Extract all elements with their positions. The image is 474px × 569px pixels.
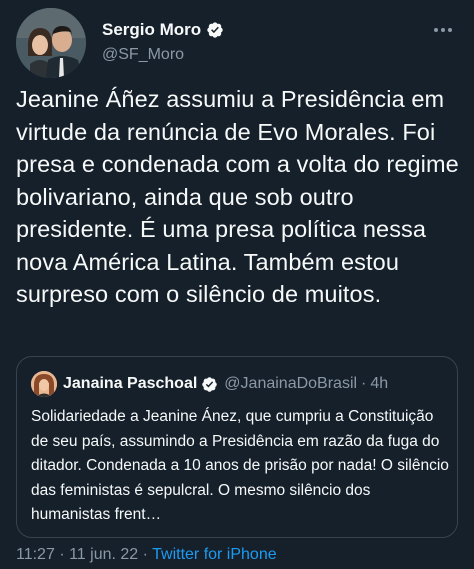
quoted-author-row: Janaina Paschoal @JanainaDoBrasil · 4h <box>31 371 388 397</box>
tweet-source-link[interactable]: Twitter for iPhone <box>152 546 277 563</box>
tweet-text: Jeanine Áñez assumiu a Presidência em vi… <box>16 86 459 307</box>
verified-badge-icon <box>201 376 218 393</box>
more-options-icon-dot <box>434 28 438 32</box>
more-options-icon-dot <box>441 28 445 32</box>
display-name-row: Sergio Moro <box>102 20 224 40</box>
quoted-author-avatar[interactable] <box>31 371 57 397</box>
quoted-tweet[interactable]: Janaina Paschoal @JanainaDoBrasil · 4h S… <box>16 356 458 538</box>
quoted-tweet-text: Solidariedade a Jeanine Ánez, que cumpri… <box>31 408 449 523</box>
author-handle[interactable]: @SF_Moro <box>102 46 224 64</box>
quoted-author-name[interactable]: Janaina Paschoal <box>63 375 197 393</box>
author-header: Sergio Moro @SF_Moro <box>16 8 224 78</box>
tweet-time[interactable]: 11:27 <box>16 546 55 563</box>
meta-separator: · <box>59 546 65 563</box>
author-names: Sergio Moro @SF_Moro <box>102 20 224 64</box>
tweet-date[interactable]: 11 jun. 22 <box>69 546 138 563</box>
author-avatar[interactable] <box>16 8 86 78</box>
quoted-separator: · <box>361 375 367 392</box>
author-display-name[interactable]: Sergio Moro <box>102 20 201 40</box>
more-options-icon-dot <box>448 28 452 32</box>
quoted-author-handle[interactable]: @JanainaDoBrasil <box>224 375 357 393</box>
quoted-timestamp[interactable]: 4h <box>370 375 388 393</box>
meta-separator: · <box>142 546 148 563</box>
verified-badge-icon <box>206 21 224 39</box>
tweet-card: Sergio Moro @SF_Moro Jeanine Áñez assumi… <box>0 0 474 569</box>
more-options-button[interactable] <box>426 18 460 42</box>
tweet-meta: 11:27 · 11 jun. 22 · Twitter for iPhone <box>16 546 277 564</box>
